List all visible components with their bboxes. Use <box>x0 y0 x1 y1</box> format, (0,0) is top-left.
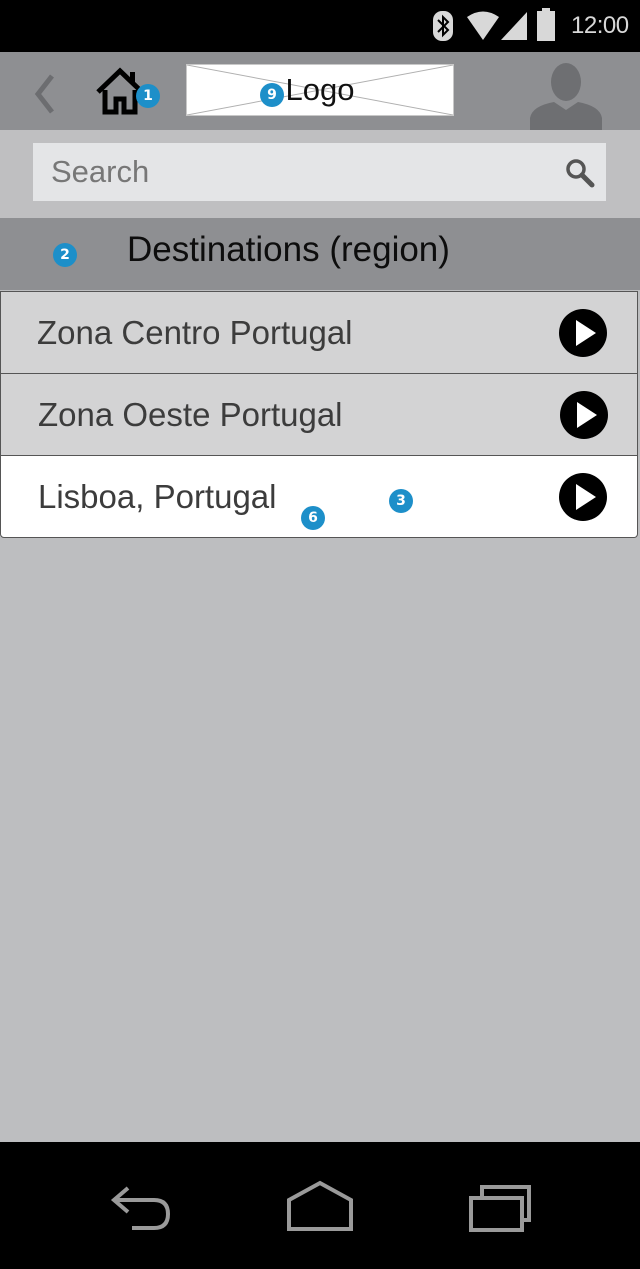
back-chevron-icon[interactable] <box>30 72 60 116</box>
play-icon[interactable] <box>558 472 608 522</box>
bluetooth-icon <box>433 11 453 41</box>
annotation-badge: 3 <box>389 489 413 513</box>
app-bar: 1 Logo 9 <box>0 52 640 130</box>
list-item[interactable]: Lisboa, Portugal 6 3 <box>0 455 638 538</box>
navigation-bar <box>0 1142 640 1269</box>
status-clock: 12:00 <box>571 12 629 39</box>
nav-home-icon[interactable] <box>286 1180 354 1232</box>
nav-back-icon[interactable] <box>108 1182 174 1232</box>
list-item-label: Lisboa, Portugal <box>38 478 277 515</box>
wifi-icon <box>467 11 499 40</box>
play-icon[interactable] <box>558 308 608 358</box>
annotation-badge: 9 <box>260 83 284 107</box>
annotation-badge: 6 <box>301 506 325 530</box>
list-item[interactable]: Zona Centro Portugal <box>0 291 638 374</box>
signal-icon <box>501 12 527 40</box>
battery-icon <box>537 8 555 41</box>
search-input[interactable] <box>33 143 606 201</box>
nav-recents-icon[interactable] <box>466 1184 534 1234</box>
section-title: Destinations (region) <box>127 230 450 269</box>
status-bar: 12:00 <box>0 0 640 52</box>
annotation-badge: 2 <box>53 243 77 267</box>
logo: Logo <box>186 64 454 116</box>
destination-list: Zona Centro Portugal Zona Oeste Portugal… <box>0 291 640 538</box>
annotation-badge: 1 <box>136 84 160 108</box>
section-header: 2 Destinations (region) <box>0 218 640 290</box>
list-item-label: Zona Centro Portugal <box>37 314 353 351</box>
content-empty-area <box>0 540 640 1142</box>
play-icon[interactable] <box>559 390 609 440</box>
avatar-icon[interactable] <box>526 58 606 130</box>
search-bar <box>0 130 640 218</box>
list-item[interactable]: Zona Oeste Portugal <box>0 373 638 456</box>
list-item-label: Zona Oeste Portugal <box>38 396 343 433</box>
logo-text: Logo <box>285 72 355 107</box>
search-icon[interactable] <box>565 158 595 188</box>
